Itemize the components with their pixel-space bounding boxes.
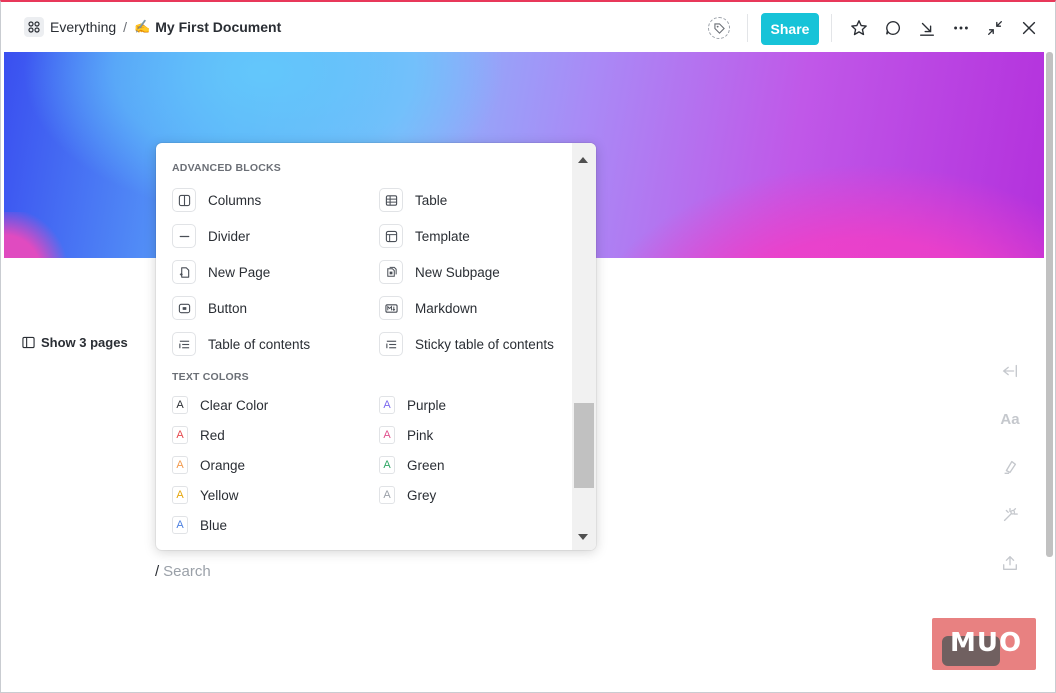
block-label: New Page [208, 264, 271, 280]
text-color-icon: A [172, 516, 188, 534]
tag-icon[interactable] [708, 17, 730, 39]
slash-char: / [155, 563, 160, 580]
scroll-down-icon[interactable] [578, 534, 588, 540]
block-label: New Subpage [415, 264, 500, 280]
doc-emoji-icon: ✍️ [134, 19, 151, 34]
divider-icon [172, 224, 196, 248]
breadcrumb: Everything / ✍️ My First Document [24, 14, 281, 40]
color-label: Yellow [200, 487, 239, 503]
color-label: Clear Color [200, 397, 269, 413]
text-color-icon: A [379, 456, 395, 474]
color-red[interactable]: A Red [172, 424, 225, 446]
block-table-of-contents[interactable]: Table of contents [172, 331, 310, 357]
watermark-text: MUO [950, 628, 1023, 658]
color-label: Blue [200, 517, 228, 533]
sidebar-icon [22, 336, 35, 349]
breadcrumb-separator: / [123, 19, 128, 35]
slash-command-input[interactable]: / Search [155, 563, 211, 580]
page-scrollbar[interactable] [1046, 52, 1053, 557]
color-label: Orange [200, 457, 246, 473]
block-label: Table [415, 192, 448, 208]
text-color-icon: A [379, 396, 395, 414]
new-subpage-icon [379, 260, 403, 284]
collapse-icon[interactable] [984, 17, 1006, 39]
block-label: Sticky table of contents [415, 336, 554, 352]
color-label: Grey [407, 487, 437, 503]
collapse-right-icon[interactable] [1000, 361, 1020, 381]
comment-icon[interactable] [882, 17, 904, 39]
magic-icon[interactable] [1000, 505, 1020, 525]
color-pink[interactable]: A Pink [379, 424, 433, 446]
block-label: Columns [208, 192, 262, 208]
columns-icon [172, 188, 196, 212]
toc-icon [172, 332, 196, 356]
color-purple[interactable]: A Purple [379, 394, 446, 416]
color-label: Purple [407, 397, 447, 413]
show-pages-toggle[interactable]: Show 3 pages [22, 335, 128, 350]
slash-command-menu: ADVANCED BLOCKS Columns Table Divider Te… [156, 143, 596, 550]
text-color-icon: A [379, 486, 395, 504]
sticky-toc-icon [379, 332, 403, 356]
block-new-page[interactable]: New Page [172, 259, 270, 285]
text-color-icon: A [379, 426, 395, 444]
star-icon[interactable] [848, 17, 870, 39]
new-page-icon [172, 260, 196, 284]
color-orange[interactable]: A Orange [172, 454, 245, 476]
block-sticky-toc[interactable]: Sticky table of contents [379, 331, 554, 357]
cover-decoration [4, 212, 74, 258]
template-icon [379, 224, 403, 248]
color-label: Red [200, 427, 225, 443]
muo-watermark: MUO [932, 618, 1036, 670]
menu-scroll-thumb[interactable] [574, 403, 594, 488]
color-clear[interactable]: A Clear Color [172, 394, 268, 416]
block-new-subpage[interactable]: New Subpage [379, 259, 500, 285]
button-icon [172, 296, 196, 320]
block-label: Table of contents [208, 336, 311, 352]
advanced-blocks-title: ADVANCED BLOCKS [172, 162, 281, 174]
text-color-icon: A [172, 426, 188, 444]
text-color-icon: A [172, 486, 188, 504]
text-color-icon: A [172, 456, 188, 474]
share-button[interactable]: Share [761, 13, 819, 45]
color-blue[interactable]: A Blue [172, 514, 227, 536]
top-bar: Everything / ✍️ My First Document Share [2, 2, 1054, 50]
more-icon[interactable] [950, 17, 972, 39]
color-label: Pink [407, 427, 434, 443]
text-color-icon: A [172, 396, 188, 414]
block-button[interactable]: Button [172, 295, 247, 321]
color-grey[interactable]: A Grey [379, 484, 436, 506]
scroll-up-icon[interactable] [578, 157, 588, 163]
markdown-icon [379, 296, 403, 320]
doc-title[interactable]: My First Document [155, 19, 281, 35]
close-icon[interactable] [1018, 17, 1040, 39]
header-divider [747, 14, 748, 42]
highlight-icon[interactable] [1000, 457, 1020, 477]
search-placeholder: Search [163, 563, 211, 580]
block-label: Template [415, 228, 470, 244]
breadcrumb-space[interactable]: Everything [50, 19, 116, 35]
show-pages-label: Show 3 pages [41, 335, 128, 350]
block-label: Markdown [415, 300, 478, 316]
upload-icon[interactable] [1000, 553, 1020, 573]
block-columns[interactable]: Columns [172, 187, 261, 213]
space-grid-icon[interactable] [24, 17, 44, 37]
menu-scrollbar[interactable] [572, 143, 596, 550]
block-table[interactable]: Table [379, 187, 447, 213]
block-divider[interactable]: Divider [172, 223, 250, 249]
typography-icon[interactable]: Aa [1000, 409, 1020, 429]
block-template[interactable]: Template [379, 223, 470, 249]
download-icon[interactable] [916, 17, 938, 39]
block-label: Button [208, 300, 248, 316]
color-yellow[interactable]: A Yellow [172, 484, 239, 506]
block-markdown[interactable]: Markdown [379, 295, 477, 321]
color-green[interactable]: A Green [379, 454, 445, 476]
color-label: Green [407, 457, 445, 473]
table-icon [379, 188, 403, 212]
block-label: Divider [208, 228, 251, 244]
header-divider [831, 14, 832, 42]
text-colors-title: TEXT COLORS [172, 371, 249, 383]
